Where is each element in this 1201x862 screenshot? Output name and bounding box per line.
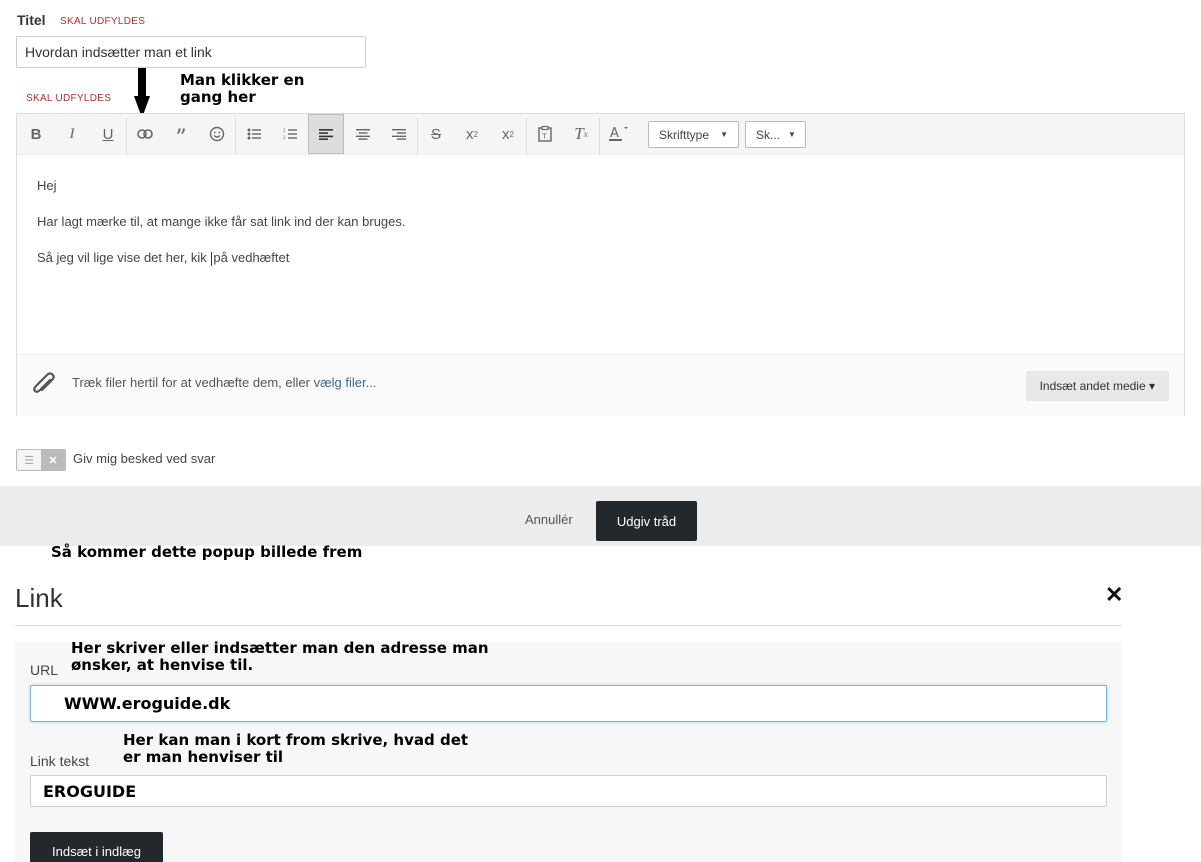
bold-icon[interactable]: B [18,114,54,154]
svg-text:1: 1 [283,128,286,133]
url-label: URL [30,662,59,678]
editor-line: Så jeg vil lige vise det her, kik på ved… [37,250,290,266]
svg-text:2: 2 [283,135,286,140]
close-icon[interactable]: ✕ [1105,582,1123,608]
bullet-list-icon[interactable] [236,114,272,154]
editor-line: Hej [37,178,57,193]
underline-icon[interactable]: U [90,114,126,154]
rich-text-editor: B I U ” 12 S x2 x2 T T x A Skrifttype ▼ … [16,113,1185,416]
chevron-down-icon: ▼ [720,130,728,139]
link-text-input[interactable]: EROGUIDE [30,775,1107,807]
notify-toggle[interactable]: ☰ ✕ [16,449,66,471]
choose-files-link[interactable]: vælg filer... [314,375,377,390]
title-label: Titel [17,12,46,28]
subscript-icon[interactable]: x2 [490,114,526,154]
svg-text:A: A [610,126,619,141]
svg-text:T: T [541,133,547,141]
align-center-icon[interactable] [345,114,381,154]
strikethrough-icon[interactable]: S [418,114,454,154]
annotation-popup-appears: Så kommer dette popup billede frem [51,543,363,561]
link-text-label: Link tekst [30,753,90,769]
font-family-dropdown[interactable]: Skrifttype ▼ [648,121,739,148]
align-right-icon[interactable] [381,114,417,154]
superscript-icon[interactable]: x2 [454,114,490,154]
popup-title: Link [15,583,63,613]
attachment-dropzone[interactable]: Træk filer hertil for at vedhæfte dem, e… [17,354,1184,416]
required-note: SKAL UDFYLDES [60,16,146,27]
text-color-icon[interactable]: A [600,114,636,154]
annotation-arrow-icon [134,68,150,118]
insert-in-post-button[interactable]: Indsæt i indlæg [30,832,163,862]
cancel-button[interactable]: Annullér [525,512,573,527]
numbered-list-icon[interactable]: 12 [272,114,308,154]
title-input[interactable] [16,36,366,68]
form-footer: Annullér Udgiv tråd [0,486,1201,546]
publish-thread-button[interactable]: Udgiv tråd [596,501,697,541]
attachment-hint: Træk filer hertil for at vedhæfte dem, e… [72,375,377,390]
align-left-icon[interactable] [308,114,344,154]
paperclip-icon [33,372,55,393]
menu-lines-icon: ☰ [24,454,34,467]
annotation-url-hint: Her skriver eller indsætter man den adre… [71,639,489,674]
insert-media-button[interactable]: Indsæt andet medie ▾ [1025,371,1169,401]
smiley-icon[interactable] [199,114,235,154]
link-icon[interactable] [127,114,163,154]
clear-format-icon[interactable]: Tx [563,114,599,154]
paste-text-icon[interactable]: T [527,114,563,154]
quote-icon[interactable]: ” [163,114,199,154]
close-icon: ✕ [41,450,65,470]
required-note-body: SKAL UDFYLDES [26,93,112,104]
url-input[interactable]: WWW.eroguide.dk [30,685,1107,722]
annotation-link-text-hint: Her kan man i kort from skrive, hvad det… [123,731,469,766]
font-size-dropdown[interactable]: Sk... ▼ [745,121,806,148]
editor-content[interactable]: Hej Har lagt mærke til, at mange ikke få… [37,178,406,286]
annotation-click-here: Man klikker en gang her [180,71,305,106]
notify-label: Giv mig besked ved svar [73,451,216,466]
popup-divider [15,625,1122,626]
editor-line: Har lagt mærke til, at mange ikke får sa… [37,214,406,229]
chevron-down-icon: ▼ [788,130,796,139]
italic-icon[interactable]: I [54,114,90,154]
editor-toolbar: B I U ” 12 S x2 x2 T T x A Skrifttype ▼ … [17,114,1184,155]
